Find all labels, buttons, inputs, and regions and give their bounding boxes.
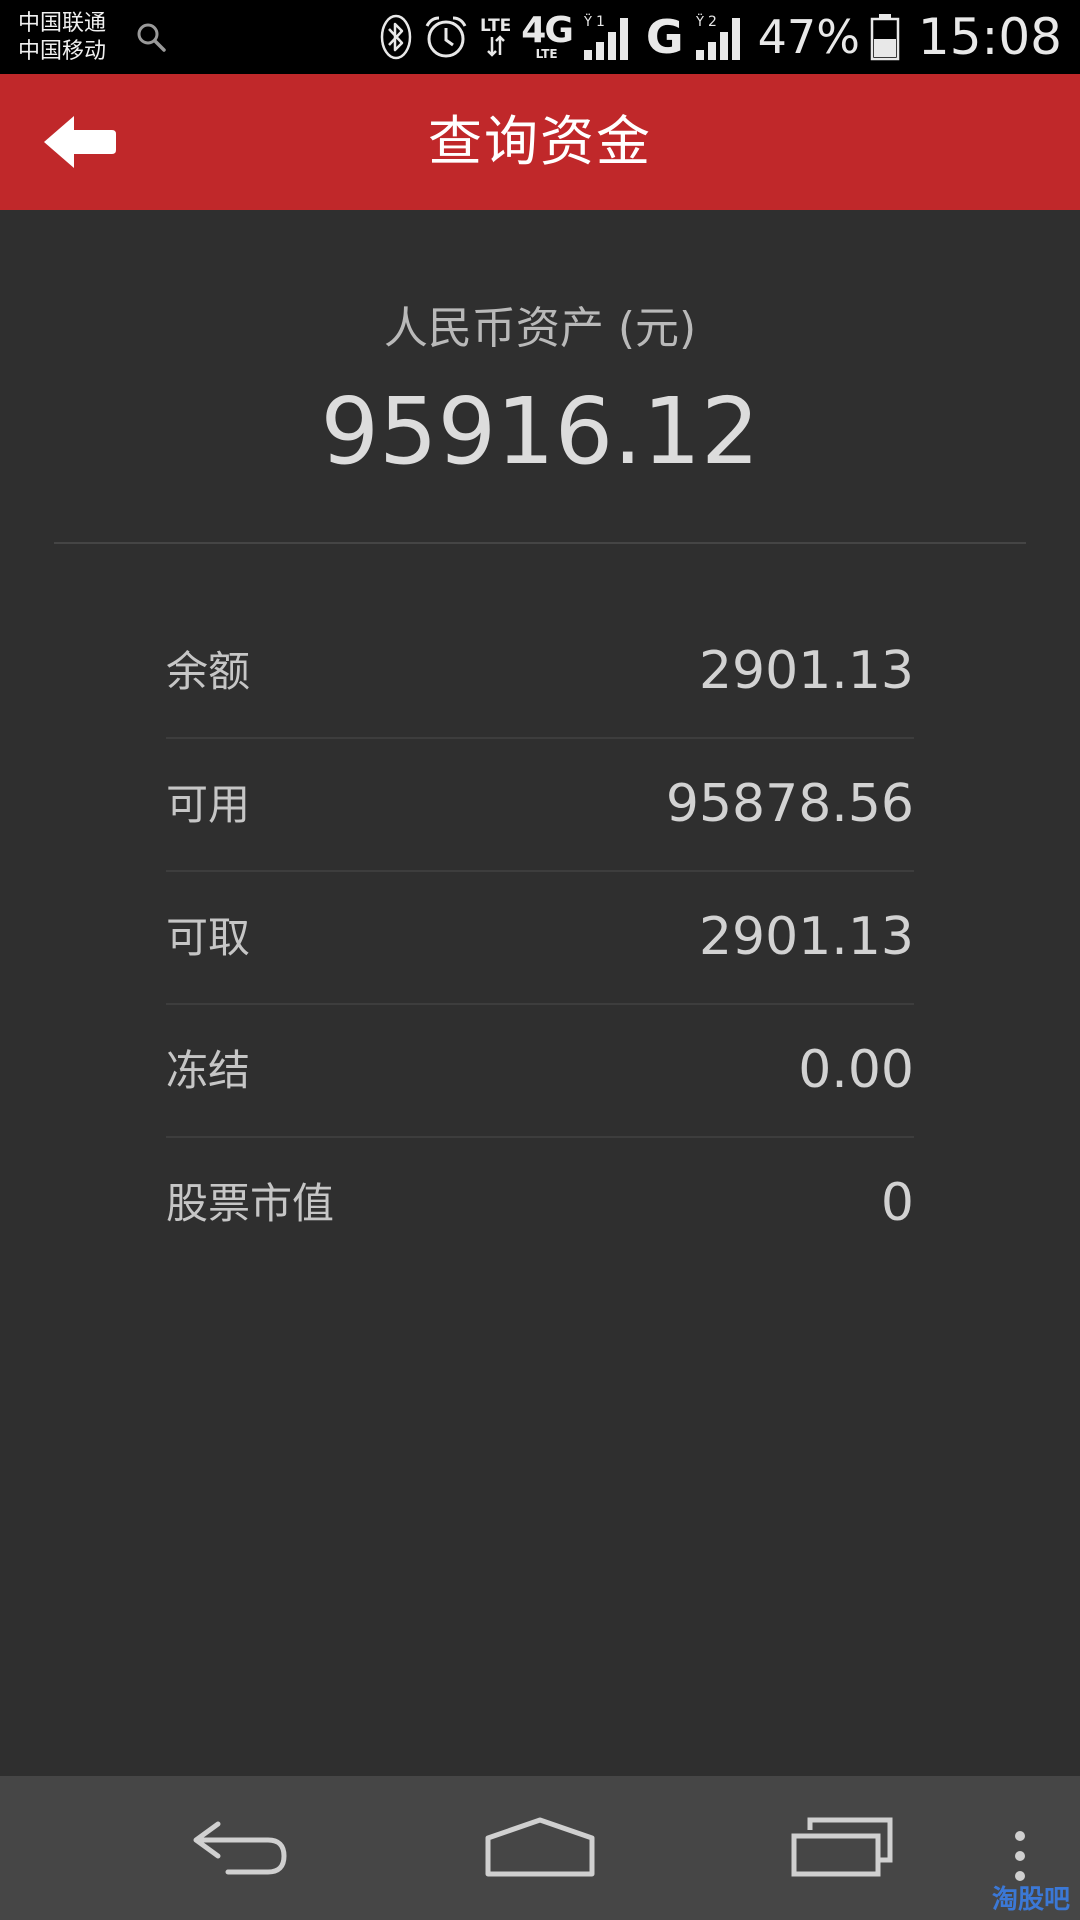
row-value: 0.00: [798, 1040, 914, 1100]
bluetooth-icon: [380, 14, 412, 60]
back-button[interactable]: [40, 112, 120, 172]
data-transfer-icon: [486, 35, 505, 57]
carrier-labels: 中国联通 中国移动: [18, 10, 106, 66]
signal-strength-2-icon: Ÿ 2: [695, 14, 740, 60]
sim2-label: 2: [708, 14, 717, 30]
row-label: 股票市值: [166, 1179, 335, 1228]
list-item-available: 可用 95878.56: [166, 739, 914, 872]
row-label: 冻结: [166, 1046, 251, 1095]
search-icon: [137, 23, 166, 52]
fund-details-list: 余额 2901.13 可用 95878.56 可取 2901.13 冻结 0.0…: [166, 606, 914, 1269]
svg-text:Ÿ: Ÿ: [583, 14, 592, 30]
navigation-bar: 淘股吧: [0, 1776, 1080, 1920]
total-assets-value: 95916.12: [320, 378, 760, 485]
sim1-label: 1: [596, 14, 605, 30]
screen: 中国联通 中国移动 LTE 4G LTE Ÿ 1 G Ÿ 2 47% 15:08…: [0, 0, 1080, 1920]
app-header: 查询资金: [0, 74, 1080, 210]
row-value: 2901.13: [698, 641, 914, 701]
list-item-frozen: 冻结 0.00: [166, 1005, 914, 1138]
menu-icon[interactable]: [1012, 1830, 1028, 1886]
total-assets-label: 人民币资产 (元): [383, 303, 697, 354]
list-item-balance: 余额 2901.13: [166, 606, 914, 739]
network-g: G: [645, 10, 684, 64]
svg-text:Ÿ: Ÿ: [695, 14, 704, 30]
row-label: 余额: [166, 647, 251, 696]
battery-fill: [873, 39, 896, 57]
network-4g-sub: LTE: [535, 47, 558, 61]
carrier-2: 中国移动: [18, 39, 107, 64]
row-value: 0: [880, 1173, 914, 1233]
lte-label: LTE: [480, 16, 512, 36]
watermark: 淘股吧: [991, 1885, 1070, 1915]
status-icons: LTE 4G LTE Ÿ 1 G Ÿ 2 47% 15:08: [380, 0, 1062, 74]
row-label: 可取: [166, 913, 251, 962]
row-value: 95878.56: [665, 774, 914, 834]
battery-icon: [870, 14, 900, 61]
row-label: 可用: [166, 780, 251, 829]
list-item-stock-value: 股票市值 0: [166, 1138, 914, 1269]
carrier-1: 中国联通: [18, 11, 107, 36]
clock: 15:08: [917, 8, 1062, 66]
row-value: 2901.13: [698, 907, 914, 967]
page-title: 查询资金: [428, 110, 652, 173]
network-4g-label: 4G: [521, 10, 574, 51]
status-bar: 中国联通 中国移动 LTE 4G LTE Ÿ 1 G Ÿ 2 47% 15:08: [0, 0, 1080, 74]
back-icon[interactable]: [188, 1816, 292, 1880]
battery-percent: 47%: [757, 10, 860, 64]
signal-strength-1-icon: Ÿ 1: [583, 14, 628, 60]
lte-indicator: LTE: [480, 17, 511, 57]
alarm-icon: [425, 16, 467, 58]
network-4g: 4G LTE: [521, 10, 574, 61]
recent-apps-icon[interactable]: [790, 1816, 896, 1880]
home-icon[interactable]: [484, 1816, 596, 1880]
list-item-withdrawable: 可取 2901.13: [166, 872, 914, 1005]
arrow-left-icon: [44, 116, 116, 168]
divider: [54, 542, 1026, 544]
